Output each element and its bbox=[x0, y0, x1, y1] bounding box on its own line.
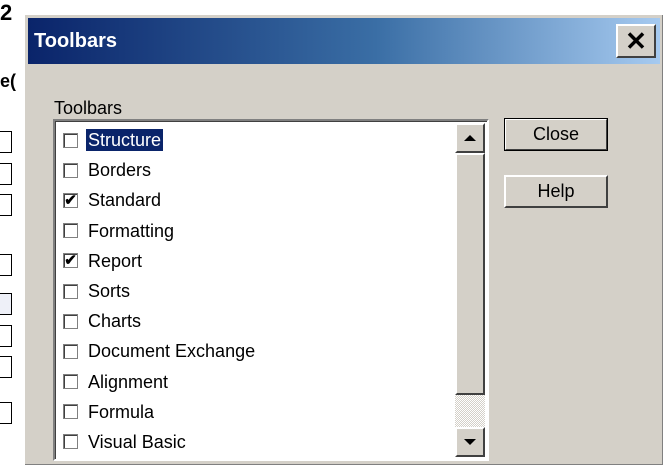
toolbar-item-label: Report bbox=[88, 250, 143, 271]
background-text-fragment: 2 bbox=[0, 0, 13, 25]
checkbox-icon[interactable] bbox=[63, 434, 78, 450]
toolbar-item-label: Sorts bbox=[88, 281, 131, 302]
toolbar-item-label: Formula bbox=[88, 401, 155, 422]
background-text-fragment: e( bbox=[0, 71, 17, 91]
toolbar-list-item[interactable]: Borders bbox=[63, 155, 447, 185]
toolbar-list-item[interactable]: Structure bbox=[63, 125, 447, 155]
checkbox-icon[interactable] bbox=[63, 343, 78, 359]
checkbox-icon[interactable] bbox=[63, 313, 78, 329]
toolbar-item-label: Standard bbox=[88, 190, 162, 211]
toolbar-item-label: Formatting bbox=[88, 220, 175, 241]
toolbars-dialog: Toolbars ✕ Toolbars Structure Borders ✔ Sta… bbox=[24, 14, 663, 465]
toolbar-list-item[interactable]: Formula bbox=[63, 397, 447, 427]
help-button[interactable]: Help bbox=[504, 175, 608, 208]
background-field bbox=[0, 194, 12, 216]
scroll-up-button[interactable] bbox=[455, 123, 485, 153]
toolbar-list-item[interactable]: Visual Basic bbox=[63, 427, 447, 457]
toolbar-list-item[interactable]: Charts bbox=[63, 306, 447, 336]
checkbox-icon[interactable] bbox=[63, 374, 78, 390]
background-field bbox=[0, 254, 12, 276]
background-field bbox=[0, 325, 12, 347]
checkbox-checked-icon[interactable]: ✔ bbox=[63, 192, 78, 208]
checkbox-icon[interactable] bbox=[63, 162, 78, 178]
background-field bbox=[0, 293, 12, 315]
help-button-label: Help bbox=[537, 181, 575, 201]
close-icon[interactable]: ✕ bbox=[616, 24, 656, 58]
toolbar-item-label: Visual Basic bbox=[88, 431, 186, 452]
toolbar-list-item[interactable]: Document Exchange bbox=[63, 336, 447, 366]
checkbox-icon[interactable] bbox=[63, 223, 78, 239]
dialog-title: Toolbars bbox=[34, 29, 117, 52]
checkbox-icon[interactable] bbox=[63, 132, 78, 148]
checkbox-icon[interactable] bbox=[63, 404, 78, 420]
checkbox-icon[interactable] bbox=[63, 283, 78, 299]
toolbar-item-label: Charts bbox=[88, 311, 142, 332]
toolbars-list-label: Toolbars bbox=[54, 98, 123, 118]
arrow-up-icon bbox=[464, 135, 476, 141]
toolbar-list-item[interactable]: Alignment bbox=[63, 367, 447, 397]
toolbar-list-item[interactable]: ✔ Standard bbox=[63, 185, 447, 215]
toolbar-item-label: Document Exchange bbox=[88, 341, 256, 362]
close-button-label: Close bbox=[532, 124, 580, 144]
background-field bbox=[0, 163, 12, 185]
toolbar-list-item[interactable]: Sorts bbox=[63, 276, 447, 306]
background-field bbox=[0, 402, 12, 424]
close-glyph: ✕ bbox=[625, 26, 647, 56]
toolbar-list-item[interactable]: Formatting bbox=[63, 216, 447, 246]
toolbar-items: Structure Borders ✔ Standard Formatting ✔ Repo… bbox=[63, 125, 447, 457]
toolbar-list-item[interactable]: ✔ Report bbox=[63, 246, 447, 276]
close-button[interactable]: Close bbox=[504, 118, 608, 151]
toolbar-item-label: Borders bbox=[88, 160, 152, 181]
background-field bbox=[0, 356, 12, 378]
scroll-down-button[interactable] bbox=[455, 427, 485, 457]
arrow-down-icon bbox=[464, 439, 476, 445]
vertical-scrollbar[interactable] bbox=[455, 123, 485, 457]
title-bar[interactable]: Toolbars ✕ bbox=[28, 18, 660, 64]
background-field bbox=[0, 131, 12, 153]
toolbar-item-label: Alignment bbox=[88, 371, 169, 392]
checkbox-checked-icon[interactable]: ✔ bbox=[63, 253, 78, 269]
toolbars-listbox[interactable]: Structure Borders ✔ Standard Formatting ✔ Repo… bbox=[53, 119, 489, 461]
scrollbar-thumb[interactable] bbox=[455, 153, 485, 395]
toolbar-item-label: Structure bbox=[86, 129, 164, 152]
